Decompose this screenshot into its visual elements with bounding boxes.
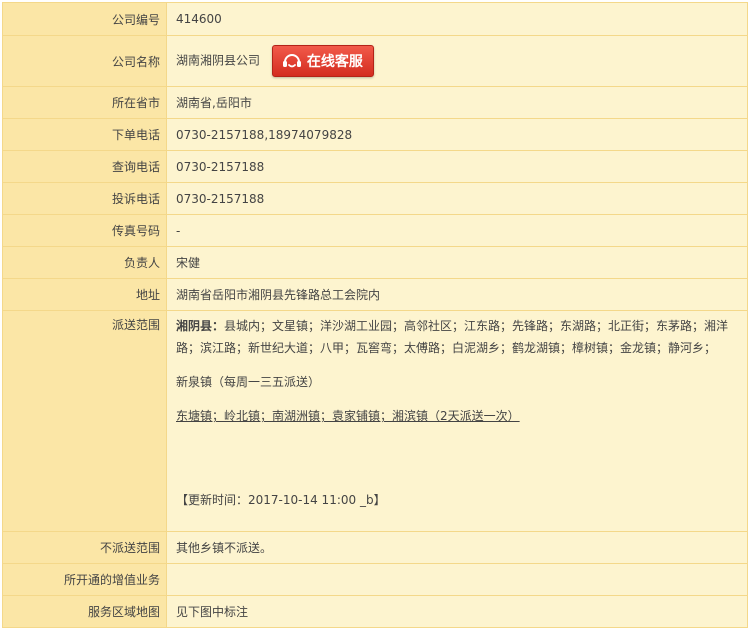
fax-value: - [167,215,748,247]
province-city-value: 湖南省,岳阳市 [167,87,748,119]
row-address: 地址 湖南省岳阳市湘阴县先锋路总工会院内 [3,279,748,311]
manager-label: 负责人 [3,247,167,279]
row-query-phone: 查询电话 0730-2157188 [3,151,748,183]
address-label: 地址 [3,279,167,311]
row-service-map: 服务区域地图 见下图中标注 [3,596,748,628]
delivery-line-dongtang: 东塘镇；岭北镇；南湖洲镇；袁家铺镇；湘滨镇（2天派送一次） [176,409,520,423]
service-map-value: 见下图中标注 [167,596,748,628]
delivery-line-xinquan: 新泉镇（每周一三五派送） [176,375,321,389]
order-phone-value: 0730-2157188,18974079828 [167,119,748,151]
row-order-phone: 下单电话 0730-2157188,18974079828 [3,119,748,151]
query-phone-value: 0730-2157188 [167,151,748,183]
headset-smile-icon [282,54,301,68]
row-company-name: 公司名称 湖南湘阴县公司 在线客服 [3,36,748,87]
company-code-value: 414600 [167,3,748,36]
row-delivery-scope: 派送范围 湘阴县：县城内；文星镇；洋沙湖工业园；高邻社区；江东路；先锋路；东湖路… [3,311,748,532]
non-delivery-label: 不派送范围 [3,532,167,564]
complaint-phone-value: 0730-2157188 [167,183,748,215]
company-name-value: 湖南湘阴县公司 [176,53,261,68]
address-value: 湖南省岳阳市湘阴县先锋路总工会院内 [167,279,748,311]
company-name-cell: 湖南湘阴县公司 在线客服 [167,36,748,87]
complaint-phone-label: 投诉电话 [3,183,167,215]
non-delivery-value: 其他乡镇不派送。 [167,532,748,564]
delivery-scope-label: 派送范围 [3,311,167,532]
company-name-label: 公司名称 [3,36,167,87]
manager-value: 宋健 [167,247,748,279]
value-added-value [167,564,748,596]
company-info-table: 公司编号 414600 公司名称 湖南湘阴县公司 在线客服 所在省市 湖南省,岳… [2,2,748,628]
row-complaint-phone: 投诉电话 0730-2157188 [3,183,748,215]
online-service-label: 在线客服 [306,54,363,70]
service-map-label: 服务区域地图 [3,596,167,628]
province-city-label: 所在省市 [3,87,167,119]
delivery-scope-cell: 湘阴县：县城内；文星镇；洋沙湖工业园；高邻社区；江东路；先锋路；东湖路；北正街；… [167,311,748,532]
value-added-label: 所开通的增值业务 [3,564,167,596]
query-phone-label: 查询电话 [3,151,167,183]
online-service-button[interactable]: 在线客服 [271,45,374,77]
delivery-region-paragraph: 湘阴县：县城内；文星镇；洋沙湖工业园；高邻社区；江东路；先锋路；东湖路；北正街；… [176,315,737,359]
delivery-update-time: 【更新时间：2017-10-14 11:00 _b】 [176,493,386,507]
row-company-code: 公司编号 414600 [3,3,748,36]
delivery-region-title: 湘阴县： [176,319,225,333]
row-province-city: 所在省市 湖南省,岳阳市 [3,87,748,119]
row-non-delivery: 不派送范围 其他乡镇不派送。 [3,532,748,564]
delivery-region-text: 县城内；文星镇；洋沙湖工业园；高邻社区；江东路；先锋路；东湖路；北正街；东茅路；… [176,319,729,355]
order-phone-label: 下单电话 [3,119,167,151]
row-value-added: 所开通的增值业务 [3,564,748,596]
row-manager: 负责人 宋健 [3,247,748,279]
company-code-label: 公司编号 [3,3,167,36]
fax-label: 传真号码 [3,215,167,247]
row-fax: 传真号码 - [3,215,748,247]
